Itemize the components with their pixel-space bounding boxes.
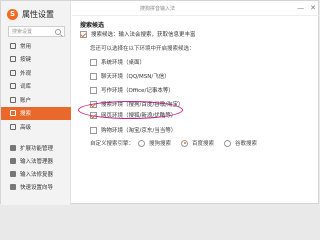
window-title: 搜狗拼音输入法: [140, 6, 176, 12]
env-option-writing[interactable]: 写作环境（Office/记事本等）: [90, 86, 174, 94]
sidebar-item-label: 按键: [20, 57, 32, 64]
env-option-system[interactable]: 系统环境（桌面）: [90, 58, 145, 66]
sidebar-item-keys[interactable]: 按键: [1, 53, 71, 67]
sidebar-item-advanced[interactable]: 高级: [1, 120, 71, 134]
tool-setup-wizard[interactable]: 快速设置向导: [1, 180, 71, 193]
sidebar-item-dictionary[interactable]: 词库: [1, 80, 71, 94]
tool-label: 输入法修复器: [20, 171, 54, 178]
highlight-annotation: [78, 101, 183, 119]
sidebar-nav: 常用 按键 外观 词库 账户 搜索 高级: [1, 39, 71, 134]
sidebar-item-label: 搜索: [20, 111, 32, 118]
env-checkbox[interactable]: [90, 72, 97, 80]
tool-label: 扩展功能管理: [20, 145, 54, 152]
appearance-icon: [10, 69, 16, 76]
sidebar-item-label: 词库: [20, 84, 32, 91]
engine-row: 自定义搜索引擎： 搜狗搜索 百度搜索 谷歌搜索: [90, 139, 263, 147]
search-placeholder: 搜索设置: [12, 29, 33, 35]
sidebar-item-appearance[interactable]: 外观: [1, 66, 71, 80]
app-title: 属性设置: [22, 10, 54, 19]
ime-repair-icon: [10, 170, 16, 177]
search-candidate-label: 搜索候选：输入法会搜索，获取信息更丰富: [91, 32, 196, 38]
ime-manager-icon: [10, 157, 16, 164]
magnifier-icon[interactable]: [55, 28, 61, 35]
minimize-icon[interactable]: —: [297, 4, 304, 12]
sidebar-item-account[interactable]: 账户: [1, 93, 71, 107]
sidebar-item-common[interactable]: 常用: [1, 39, 71, 53]
window-controls: — ✕: [297, 4, 316, 12]
sidebar-item-label: 账户: [20, 97, 32, 104]
wizard-icon: [10, 183, 16, 190]
account-icon: [10, 96, 16, 103]
env-option-label: 聊天环境（QQ/MSN/飞信）: [101, 74, 170, 80]
env-option-shopping[interactable]: 购物环境（淘宝/京东/当当等）: [90, 126, 176, 134]
search-icon: [10, 110, 16, 117]
advanced-icon: [10, 123, 16, 130]
sidebar-item-label: 常用: [20, 43, 32, 50]
close-icon[interactable]: ✕: [310, 4, 316, 12]
tool-label: 快速设置向导: [20, 184, 54, 191]
keyboard-icon: [10, 56, 16, 63]
search-candidate-option[interactable]: 搜索候选：输入法会搜索，获取信息更丰富: [80, 30, 196, 38]
tool-label: 输入法管理器: [20, 158, 54, 165]
engine-prompt: 自定义搜索引擎：: [90, 141, 135, 147]
env-option-label: 写作环境（Office/记事本等）: [101, 88, 174, 94]
dictionary-icon: [10, 83, 16, 90]
settings-window: S 属性设置 搜索设置 常用 按键 外观 词库 账户 搜索 高级 扩展功能管理 …: [0, 0, 320, 205]
env-prompt: 您还可以选择在以下环境中开启搜索候选：: [90, 46, 195, 52]
engine-radio-sogou[interactable]: [138, 139, 146, 147]
tool-ime-repair[interactable]: 输入法修复器: [1, 167, 71, 180]
tool-extension-manager[interactable]: 扩展功能管理: [1, 141, 71, 154]
titlebar: 搜狗拼音输入法 — ✕: [72, 1, 320, 16]
env-checkbox[interactable]: [90, 126, 97, 134]
engine-label[interactable]: 百度搜索: [192, 139, 214, 147]
env-option-chat[interactable]: 聊天环境（QQ/MSN/飞信）: [90, 72, 170, 80]
sidebar-tools: 扩展功能管理 输入法管理器 输入法修复器 快速设置向导: [1, 141, 71, 193]
engine-radio-google[interactable]: [224, 139, 232, 147]
engine-radio-baidu[interactable]: [181, 139, 189, 147]
engine-label[interactable]: 搜狗搜索: [149, 139, 171, 147]
tool-ime-manager[interactable]: 输入法管理器: [1, 154, 71, 167]
sidebar-item-label: 外观: [20, 70, 32, 77]
common-icon: [10, 42, 16, 49]
sidebar-item-search[interactable]: 搜索: [1, 106, 71, 120]
env-option-label: 系统环境（桌面）: [101, 60, 146, 66]
sidebar-item-label: 高级: [20, 124, 32, 131]
search-candidate-checkbox[interactable]: [80, 30, 87, 38]
engine-label[interactable]: 谷歌搜索: [235, 139, 257, 147]
section-title: 搜索候选: [80, 22, 105, 29]
settings-search-input[interactable]: 搜索设置: [8, 26, 65, 37]
extension-icon: [10, 144, 16, 151]
sogou-logo-icon: S: [7, 9, 18, 20]
sidebar: S 属性设置 搜索设置 常用 按键 外观 词库 账户 搜索 高级 扩展功能管理 …: [1, 1, 71, 205]
env-checkbox[interactable]: [90, 58, 97, 66]
env-checkbox[interactable]: [90, 86, 97, 94]
env-option-label: 购物环境（淘宝/京东/当当等）: [101, 128, 177, 134]
app-header: S 属性设置: [7, 9, 54, 20]
